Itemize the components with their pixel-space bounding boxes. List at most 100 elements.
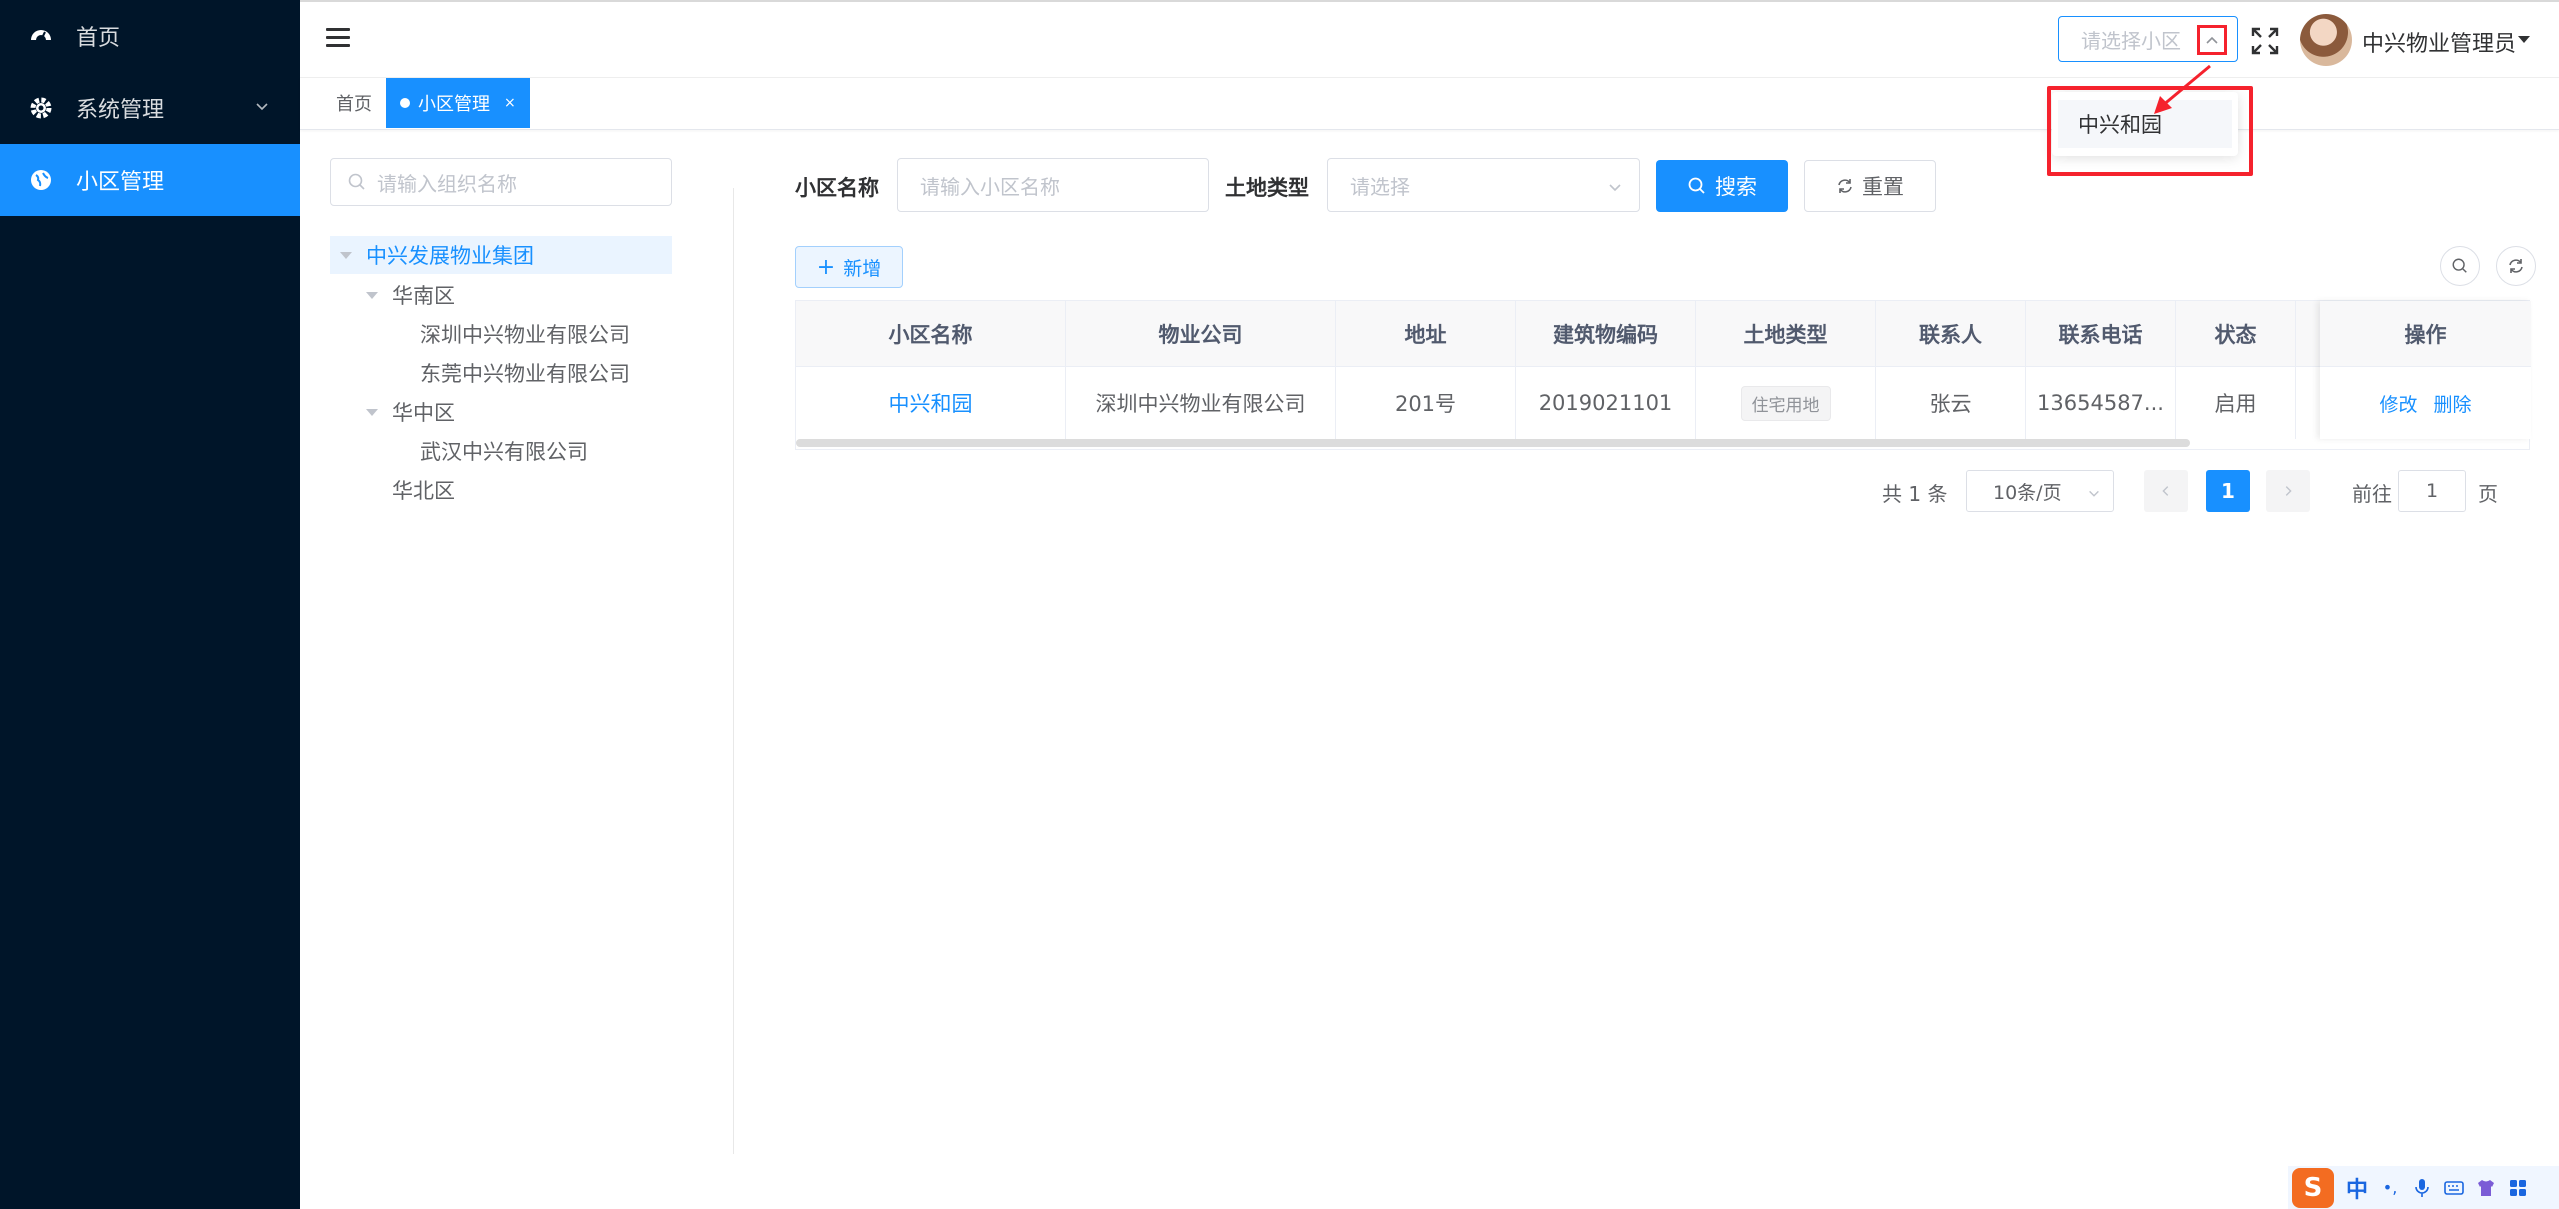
tree-node-central[interactable]: 华中区: [356, 393, 455, 431]
caret-down-icon[interactable]: [366, 291, 378, 299]
page-number-current[interactable]: 1: [2206, 470, 2250, 512]
search-button[interactable]: 搜索: [1656, 160, 1788, 212]
top-header: 请选择小区 中兴物业管理员: [300, 0, 2559, 78]
tab-label: 小区管理: [418, 94, 490, 115]
pagination-total: 共 1 条: [1882, 482, 1948, 506]
land-type-placeholder: 请选择: [1350, 174, 1410, 199]
tab-community[interactable]: 小区管理 ×: [386, 78, 530, 128]
chevron-left-icon: [2159, 484, 2173, 498]
community-name-input[interactable]: 请输入小区名称: [897, 158, 1209, 212]
chevron-up-icon[interactable]: [2197, 25, 2227, 55]
keyboard-icon[interactable]: [2444, 1178, 2464, 1198]
edit-link[interactable]: 修改: [2379, 390, 2417, 417]
company-cell: 深圳中兴物业有限公司: [1066, 367, 1336, 439]
sidebar-item-community[interactable]: 小区管理: [0, 144, 300, 216]
avatar[interactable]: [2300, 14, 2352, 66]
sidebar-item-system[interactable]: 系统管理: [0, 72, 300, 144]
toggle-search-button[interactable]: [2440, 246, 2480, 286]
ime-punctuation[interactable]: •,: [2380, 1178, 2400, 1198]
close-icon[interactable]: ×: [504, 95, 516, 111]
tree-node-label: 武汉中兴有限公司: [420, 440, 588, 464]
reset-button[interactable]: 重置: [1804, 160, 1936, 212]
community-table: 小区名称 物业公司 地址 建筑物编码 土地类型 联系人 联系电话 状态 中兴和园…: [795, 300, 2531, 450]
caret-down-icon[interactable]: [366, 408, 378, 416]
refresh-icon: [2507, 257, 2525, 275]
tree-node-south[interactable]: 华南区: [356, 276, 455, 314]
add-button-label: 新增: [843, 257, 882, 280]
refresh-icon: [1836, 177, 1854, 195]
dashboard-icon: [28, 23, 54, 49]
ime-toolbar: S 中 •,: [2288, 1166, 2559, 1209]
prev-page-button[interactable]: [2144, 470, 2188, 512]
land-type-cell: 住宅用地: [1696, 367, 1876, 439]
community-select[interactable]: 请选择小区: [2058, 16, 2238, 62]
horizontal-scrollbar[interactable]: [796, 439, 2190, 447]
tree-node-label: 华南区: [392, 284, 455, 308]
ime-logo[interactable]: S: [2292, 1167, 2334, 1208]
page-suffix: 页: [2478, 482, 2498, 506]
column-header: 建筑物编码: [1516, 301, 1696, 367]
sidebar-item-label: 系统管理: [76, 98, 165, 123]
status-cell: 启用: [2176, 367, 2296, 439]
skin-shirt-icon[interactable]: [2476, 1178, 2496, 1198]
tree-node-wuhan[interactable]: 武汉中兴有限公司: [420, 432, 588, 470]
address-cell: 201号: [1336, 367, 1516, 439]
phone-cell: 13654587...: [2026, 367, 2176, 439]
grid-menu-icon[interactable]: [2508, 1178, 2528, 1198]
chevron-right-icon: [2281, 484, 2295, 498]
column-header: 物业公司: [1066, 301, 1336, 367]
column-header: 地址: [1336, 301, 1516, 367]
org-search-placeholder: 请输入组织名称: [377, 171, 517, 196]
tree-node-shenzhen[interactable]: 深圳中兴物业有限公司: [420, 315, 630, 353]
column-header: 土地类型: [1696, 301, 1876, 367]
tree-node-label: 东莞中兴物业有限公司: [420, 362, 630, 386]
operations-column: 操作 修改 删除: [2320, 301, 2531, 439]
microphone-icon[interactable]: [2412, 1178, 2432, 1198]
sidebar-item-label: 首页: [76, 26, 121, 51]
sidebar-item-home[interactable]: 首页: [0, 0, 300, 72]
tree-node-root[interactable]: 中兴发展物业集团: [330, 236, 672, 274]
sidebar: 首页 系统管理 小区管理: [0, 0, 300, 1209]
user-name[interactable]: 中兴物业管理员: [2362, 26, 2516, 58]
tab-home[interactable]: 首页: [336, 78, 372, 128]
operations-cell: 修改 删除: [2320, 367, 2531, 439]
search-icon: [347, 172, 367, 192]
tree-node-north[interactable]: 华北区: [392, 471, 455, 509]
goto-label: 前往: [2352, 482, 2392, 506]
panel-divider: [733, 188, 734, 1154]
community-name-label: 小区名称: [795, 176, 879, 200]
fullscreen-icon[interactable]: [2250, 26, 2280, 56]
community-name-cell[interactable]: 中兴和园: [796, 367, 1066, 439]
chevron-down-icon: [2087, 484, 2101, 506]
search-icon: [2451, 257, 2469, 275]
chevron-down-icon: [1607, 177, 1623, 201]
add-button[interactable]: + 新增: [795, 246, 903, 288]
tree-node-dongguan[interactable]: 东莞中兴物业有限公司: [420, 354, 630, 392]
gear-icon: [28, 95, 54, 121]
page-size-value: 10条/页: [1993, 481, 2062, 504]
column-header: 状态: [2176, 301, 2296, 367]
next-page-button[interactable]: [2266, 470, 2310, 512]
menu-toggle-icon[interactable]: [326, 28, 350, 52]
column-header: 小区名称: [796, 301, 1066, 367]
delete-link[interactable]: 删除: [2434, 390, 2472, 417]
contact-cell: 张云: [1876, 367, 2026, 439]
tree-node-label: 深圳中兴物业有限公司: [420, 323, 630, 347]
goto-page-input[interactable]: 1: [2398, 470, 2466, 512]
reset-button-label: 重置: [1862, 175, 1904, 199]
refresh-button[interactable]: [2496, 246, 2536, 286]
tree-node-label: 华中区: [392, 401, 455, 425]
code-cell: 2019021101: [1516, 367, 1696, 439]
org-search-input[interactable]: 请输入组织名称: [330, 158, 672, 206]
caret-down-icon[interactable]: [2518, 36, 2530, 43]
active-dot-icon: [400, 98, 410, 108]
page-size-select[interactable]: 10条/页: [1966, 470, 2114, 512]
tab-label: 首页: [336, 94, 372, 115]
ime-mode[interactable]: 中: [2346, 1172, 2368, 1204]
tree-node-label: 华北区: [392, 479, 455, 503]
column-header: 联系电话: [2026, 301, 2176, 367]
caret-down-icon[interactable]: [340, 251, 352, 259]
community-select-placeholder: 请选择小区: [2081, 28, 2181, 53]
sidebar-item-label: 小区管理: [76, 170, 165, 195]
land-type-select[interactable]: 请选择: [1327, 158, 1640, 212]
